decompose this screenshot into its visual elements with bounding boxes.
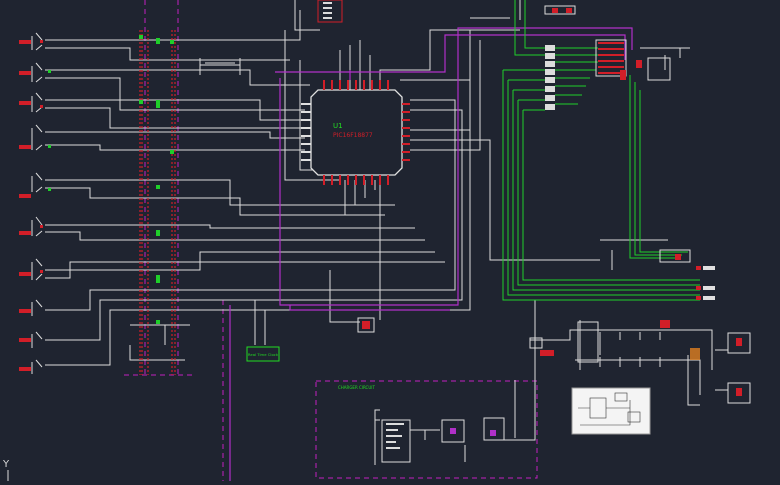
schematic-canvas[interactable]: U1 PIC16F18877 Real Time Clock CHARGER C… bbox=[0, 0, 780, 481]
rtc-label: Real Time Clock bbox=[248, 352, 279, 357]
mcu-ref-label: U1 bbox=[333, 122, 343, 130]
mcu-part-label: PIC16F18877 bbox=[333, 132, 373, 139]
charger-region-label: CHARGER CIRCUIT bbox=[338, 385, 375, 390]
board-layout-thumbnail-icon[interactable] bbox=[571, 387, 651, 435]
mcu-u1[interactable]: U1 PIC16F18877 bbox=[301, 80, 410, 185]
ucs-label: Y bbox=[2, 459, 10, 470]
